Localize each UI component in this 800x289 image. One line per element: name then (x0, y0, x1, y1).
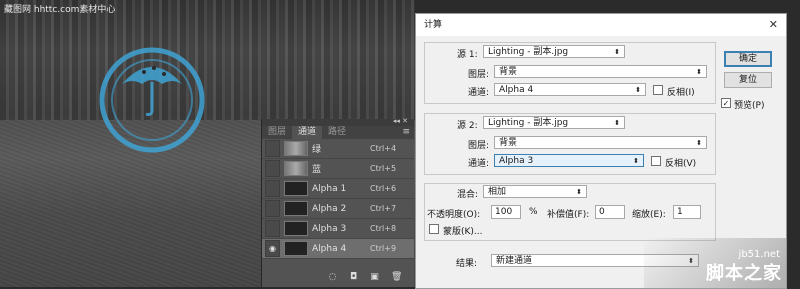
watermark-brand: 脚本之家 (706, 263, 782, 284)
channel-row[interactable]: 蓝 Ctrl+5 (262, 159, 414, 179)
visibility-toggle[interactable] (265, 200, 280, 217)
opacity-label: 不透明度(O): (427, 210, 481, 220)
chevron-down-icon: ⬍ (635, 86, 641, 94)
chevron-down-icon: ⬍ (614, 119, 620, 127)
channel-row[interactable]: Alpha 2 Ctrl+7 (262, 199, 414, 219)
visibility-toggle[interactable] (265, 220, 280, 237)
channel-shortcut: Ctrl+9 (370, 244, 397, 253)
channel-list: 绿 Ctrl+4 蓝 Ctrl+5 Alpha 1 Ctrl+6 Alpha 2 Ctrl+7… (262, 139, 414, 259)
source1-invert-label: 反相(I) (667, 88, 695, 98)
preview-checkbox[interactable]: ✓ (721, 98, 731, 108)
delete-channel-icon[interactable]: 🗑 (391, 272, 402, 282)
scale-input[interactable]: 1 (673, 205, 701, 219)
channel-thumbnail (284, 141, 308, 156)
result-label: 结果: (456, 259, 478, 269)
dialog-title: 计算 (424, 20, 443, 30)
channel-shortcut: Ctrl+5 (370, 164, 397, 173)
source2-channel-label: 通道: (468, 159, 490, 169)
panel-tabs: 图层 通道 路径 ≡ (262, 126, 414, 139)
source2-layer-select[interactable]: 背景 ⬍ (494, 136, 707, 149)
opacity-percent: % (529, 207, 538, 217)
preview-label: 预览(P) (734, 101, 765, 111)
visibility-toggle[interactable] (265, 160, 280, 177)
source1-group: 源 1: Lighting - 副本.jpg ⬍ 图层: 背景 ⬍ 通道: Alph… (424, 42, 716, 104)
source2-file-select[interactable]: Lighting - 副本.jpg ⬍ (483, 116, 625, 129)
ok-button[interactable]: 确定 (724, 51, 772, 67)
channel-name: Alpha 4 (312, 243, 347, 254)
channel-thumbnail (284, 221, 308, 236)
umbrella-stamp-logo (99, 47, 205, 153)
chevron-down-icon: ⬍ (696, 139, 702, 147)
save-selection-icon[interactable]: ◘ (349, 272, 358, 282)
source1-file-select[interactable]: Lighting - 副本.jpg ⬍ (483, 45, 625, 58)
reset-button[interactable]: 复位 (724, 72, 772, 88)
source2-invert-checkbox[interactable] (651, 156, 661, 166)
new-channel-icon[interactable]: ▣ (370, 272, 379, 282)
channel-thumbnail (284, 201, 308, 216)
panel-menu-icon[interactable]: ≡ (402, 126, 414, 139)
channel-shortcut: Ctrl+7 (370, 204, 397, 213)
load-selection-icon[interactable]: ◌ (328, 272, 337, 282)
channel-name: Alpha 3 (312, 223, 347, 234)
source1-invert-checkbox[interactable] (653, 85, 663, 95)
channel-row[interactable]: Alpha 1 Ctrl+6 (262, 179, 414, 199)
offset-input[interactable]: 0 (595, 205, 625, 219)
source2-label: 源 2: (457, 121, 478, 131)
collapse-icon[interactable]: ◂◂ ✕ (393, 117, 408, 125)
source2-layer-label: 图层: (468, 141, 490, 151)
panel-footer: ◌ ◘ ▣ 🗑 (262, 267, 414, 287)
opacity-input[interactable]: 100 (491, 205, 521, 219)
chevron-down-icon: ⬍ (576, 188, 582, 196)
channel-name: Alpha 1 (312, 183, 347, 194)
channel-row[interactable]: ◉ Alpha 4 Ctrl+9 (262, 239, 414, 259)
source2-channel-select[interactable]: Alpha 3 ⬍ (494, 154, 644, 167)
panel-topbar: ◂◂ ✕ (262, 117, 414, 126)
close-icon[interactable]: ✕ (769, 14, 778, 36)
chevron-down-icon: ⬍ (633, 157, 639, 165)
channels-panel: ◂◂ ✕ 图层 通道 路径 ≡ 绿 Ctrl+4 蓝 Ctrl+5 Alpha 1 Ctr… (261, 117, 414, 287)
eye-icon[interactable]: ◉ (265, 240, 280, 257)
channel-row[interactable]: 绿 Ctrl+4 (262, 139, 414, 159)
source1-layer-label: 图层: (468, 70, 490, 80)
channel-row[interactable]: Alpha 3 Ctrl+8 (262, 219, 414, 239)
tab-layers[interactable]: 图层 (262, 126, 292, 139)
image-canvas[interactable]: 藏图网 hhttc.com素材中心 ◂◂ ✕ 图层 通道 路径 ≡ 绿 Ctrl+… (0, 0, 415, 287)
visibility-toggle[interactable] (265, 140, 280, 157)
channel-thumbnail (284, 161, 308, 176)
channel-name: 绿 (312, 145, 322, 155)
channel-shortcut: Ctrl+6 (370, 184, 397, 193)
scale-label: 缩放(E): (632, 210, 666, 220)
blending-mode-select[interactable]: 相加 ⬍ (483, 185, 587, 198)
source1-layer-select[interactable]: 背景 ⬍ (494, 65, 707, 78)
source1-label: 源 1: (457, 50, 478, 60)
tab-paths[interactable]: 路径 (322, 126, 352, 139)
blending-group: 混合: 相加 ⬍ 不透明度(O): 100 % 补偿值(F): 0 缩放(E): … (424, 183, 716, 241)
canvas-watermark: 藏图网 hhttc.com素材中心 (4, 5, 116, 15)
source1-channel-label: 通道: (468, 88, 490, 98)
calculations-dialog: 计算 ✕ 源 1: Lighting - 副本.jpg ⬍ 图层: 背景 ⬍ 通道:… (415, 13, 787, 289)
channel-shortcut: Ctrl+8 (370, 224, 397, 233)
tab-channels[interactable]: 通道 (292, 126, 323, 139)
mask-checkbox[interactable] (429, 224, 439, 234)
mask-label: 蒙版(K)... (443, 227, 483, 237)
dialog-titlebar: 计算 ✕ (416, 14, 786, 36)
chevron-down-icon: ⬍ (614, 48, 620, 56)
channel-shortcut: Ctrl+4 (370, 144, 397, 153)
channel-name: Alpha 2 (312, 203, 347, 214)
source1-channel-select[interactable]: Alpha 4 ⬍ (494, 83, 646, 96)
channel-name: 蓝 (312, 165, 322, 175)
source2-group: 源 2: Lighting - 副本.jpg ⬍ 图层: 背景 ⬍ 通道: Alph… (424, 113, 716, 175)
visibility-toggle[interactable] (265, 180, 280, 197)
offset-label: 补偿值(F): (547, 210, 590, 220)
source2-invert-label: 反相(V) (665, 159, 697, 169)
channel-thumbnail (284, 241, 308, 256)
blending-label: 混合: (457, 190, 479, 200)
chevron-down-icon: ⬍ (696, 68, 702, 76)
channel-thumbnail (284, 181, 308, 196)
